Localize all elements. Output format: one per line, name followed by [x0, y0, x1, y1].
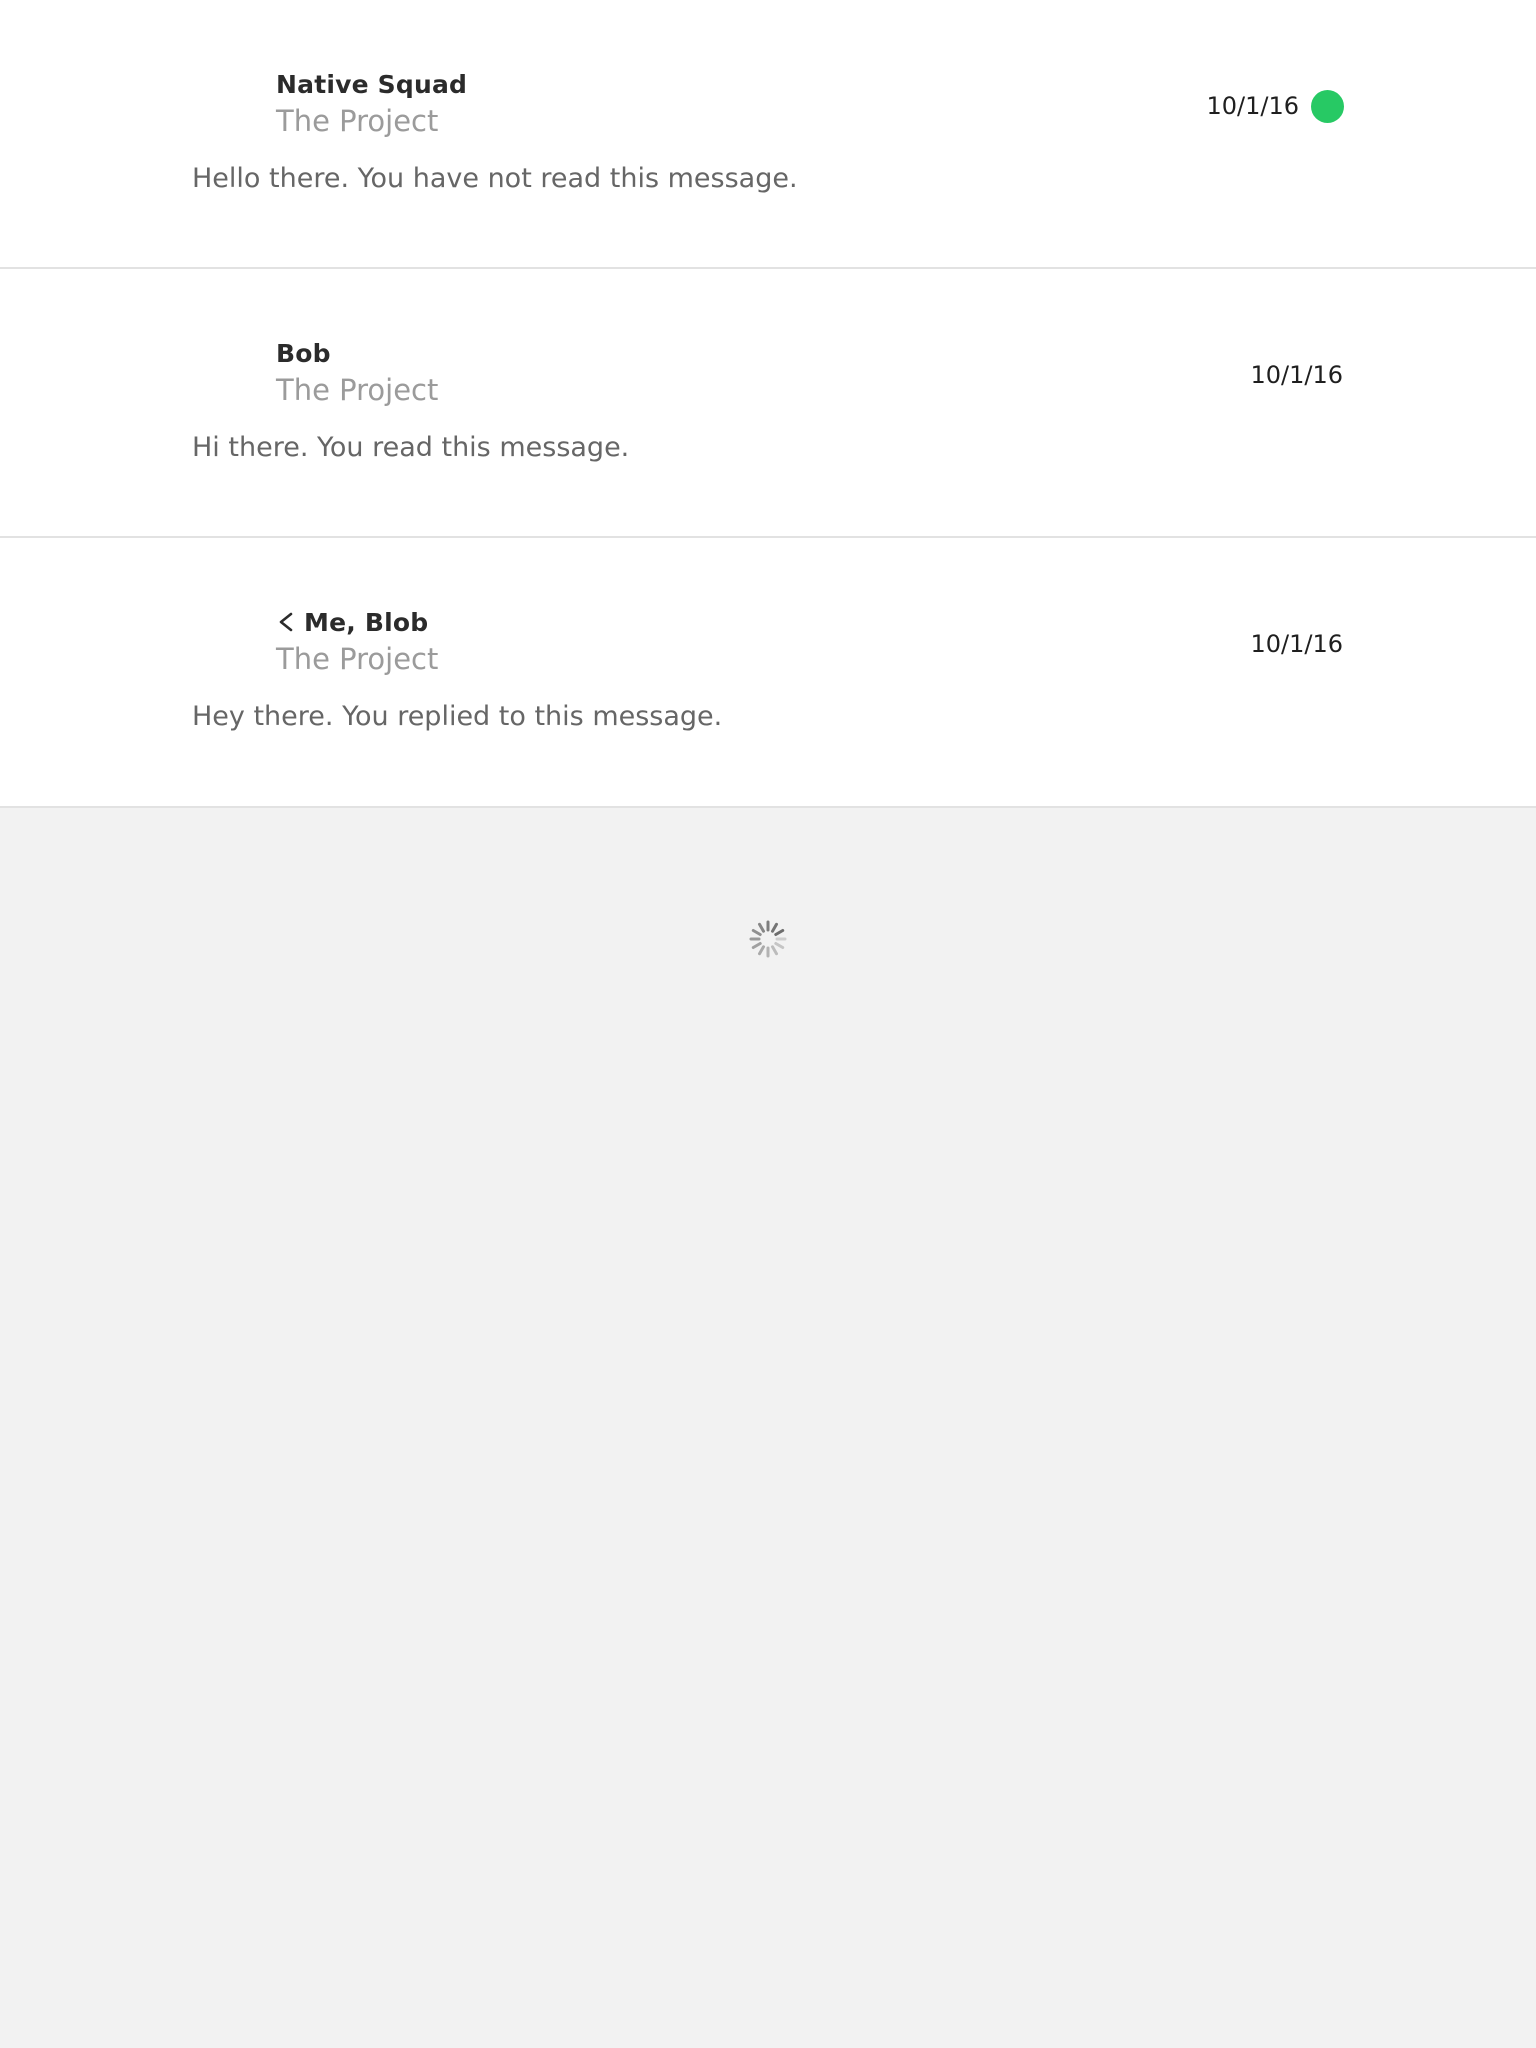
message-project: The Project [276, 642, 439, 676]
spinner-spoke [774, 929, 785, 936]
message-preview: Hello there. You have not read this mess… [192, 163, 798, 194]
message-project: The Project [276, 104, 439, 138]
spinner-spoke [774, 942, 785, 949]
spinner-spoke [751, 942, 762, 949]
message-row-native-squad[interactable]: Native Squad The Project Hello there. Yo… [0, 0, 1536, 269]
unread-dot-icon [1311, 90, 1344, 123]
message-sender: Me, Blob [276, 608, 428, 637]
message-sender: Bob [276, 339, 331, 368]
message-row-bob[interactable]: Bob The Project Hi there. You read this … [0, 269, 1536, 538]
message-preview: Hi there. You read this message. [192, 432, 630, 463]
spinner-spoke [771, 945, 778, 956]
reply-arrow-icon [276, 611, 296, 633]
spinner-spoke [758, 922, 765, 933]
message-list: Native Squad The Project Hello there. Yo… [0, 0, 1536, 808]
message-date: 10/1/16 [1206, 92, 1299, 120]
message-date: 10/1/16 [1250, 630, 1343, 658]
message-preview: Hey there. You replied to this message. [192, 701, 723, 732]
message-project: The Project [276, 373, 439, 407]
message-date: 10/1/16 [1250, 361, 1343, 389]
spinner-spoke [751, 929, 762, 936]
spinner-spoke [771, 922, 778, 933]
message-row-me-blob[interactable]: Me, Blob The Project Hey there. You repl… [0, 538, 1536, 808]
spinner-spoke [758, 945, 765, 956]
loading-spinner-icon [747, 918, 789, 960]
message-sender: Native Squad [276, 70, 468, 99]
